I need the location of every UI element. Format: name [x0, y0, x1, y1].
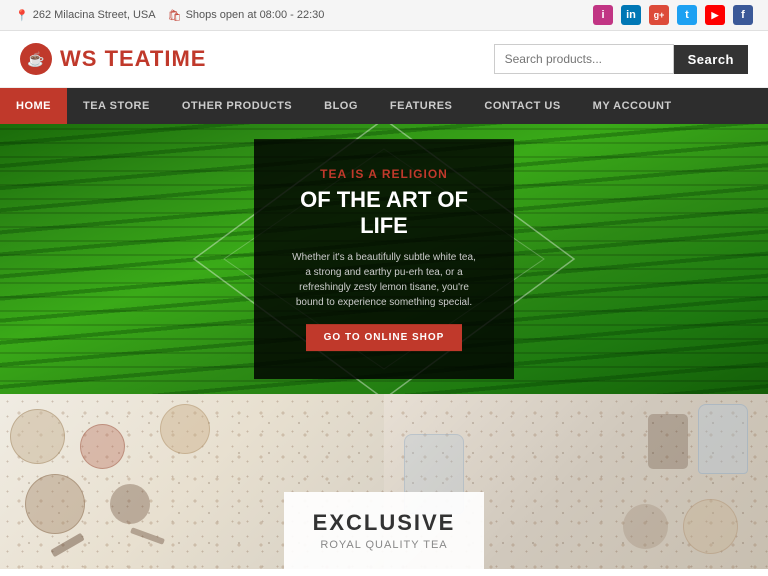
social-icons: i in g+ t ▶ f: [593, 5, 753, 25]
tea-bowl-2: [80, 424, 125, 469]
hero-section: TEA IS A RELIGION OF THE ART OF LIFE Whe…: [0, 124, 768, 394]
googleplus-icon[interactable]: g+: [649, 5, 669, 25]
hours-info: 🛍 Shops open at 08:00 - 22:30: [168, 9, 325, 22]
exclusive-subtitle: ROYAL QUALITY TEA: [294, 539, 474, 551]
header: ☕ WS TEATIME Search: [0, 31, 768, 88]
logo-text: WS TEATIME: [60, 46, 206, 72]
address-info: 📍 262 Milacina Street, USA: [15, 9, 156, 22]
hero-subtitle: TEA IS A RELIGION: [290, 167, 478, 181]
nav-item-blog[interactable]: BLOG: [308, 88, 374, 124]
logo-icon: ☕: [20, 43, 52, 75]
tea-bowl-4: [110, 484, 150, 524]
logo-brand: TEATIME: [97, 46, 206, 71]
tea-bowl-1: [10, 409, 65, 464]
search-bar: Search: [494, 44, 748, 74]
search-button[interactable]: Search: [674, 45, 748, 74]
nav-item-other-products[interactable]: OTHER PRODUCTS: [166, 88, 308, 124]
tea-bowl-right-2: [623, 504, 668, 549]
nav-item-home[interactable]: HOME: [0, 88, 67, 124]
logo[interactable]: ☕ WS TEATIME: [20, 43, 206, 75]
tea-bowl-5: [160, 404, 210, 454]
top-bar-info: 📍 262 Milacina Street, USA 🛍 Shops open …: [15, 9, 324, 22]
search-input[interactable]: [494, 44, 674, 74]
nav-item-contact[interactable]: CONTACT US: [468, 88, 576, 124]
exclusive-title: EXCLUSIVE: [294, 510, 474, 536]
instagram-icon[interactable]: i: [593, 5, 613, 25]
hero-title: OF THE ART OF LIFE: [290, 187, 478, 240]
hours-text: Shops open at 08:00 - 22:30: [186, 9, 325, 21]
twitter-icon[interactable]: t: [677, 5, 697, 25]
pin-icon: 📍: [15, 9, 29, 22]
nav-item-account[interactable]: MY ACCOUNT: [577, 88, 688, 124]
shop-icon: 🛍: [168, 9, 182, 22]
bottom-promo-section: EXCLUSIVE ROYAL QUALITY TEA: [0, 394, 768, 569]
youtube-icon[interactable]: ▶: [705, 5, 725, 25]
facebook-icon[interactable]: f: [733, 5, 753, 25]
linkedin-icon[interactable]: in: [621, 5, 641, 25]
tea-bowl-3: [25, 474, 85, 534]
nav-item-tea-store[interactable]: TEA STORE: [67, 88, 166, 124]
tea-jar-1: [698, 404, 748, 474]
logo-ws: WS: [60, 46, 97, 71]
exclusive-overlay: EXCLUSIVE ROYAL QUALITY TEA: [284, 492, 484, 569]
tea-cup-1: [648, 414, 688, 469]
hero-cta-button[interactable]: GO TO ONLINE SHOP: [306, 324, 463, 351]
nav-item-features[interactable]: FEATURES: [374, 88, 468, 124]
address-text: 262 Milacina Street, USA: [33, 9, 156, 21]
main-nav: HOME TEA STORE OTHER PRODUCTS BLOG FEATU…: [0, 88, 768, 124]
tea-bowl-right-1: [683, 499, 738, 554]
hero-content-box: TEA IS A RELIGION OF THE ART OF LIFE Whe…: [254, 139, 514, 379]
top-bar: 📍 262 Milacina Street, USA 🛍 Shops open …: [0, 0, 768, 31]
hero-description: Whether it's a beautifully subtle white …: [290, 250, 478, 310]
